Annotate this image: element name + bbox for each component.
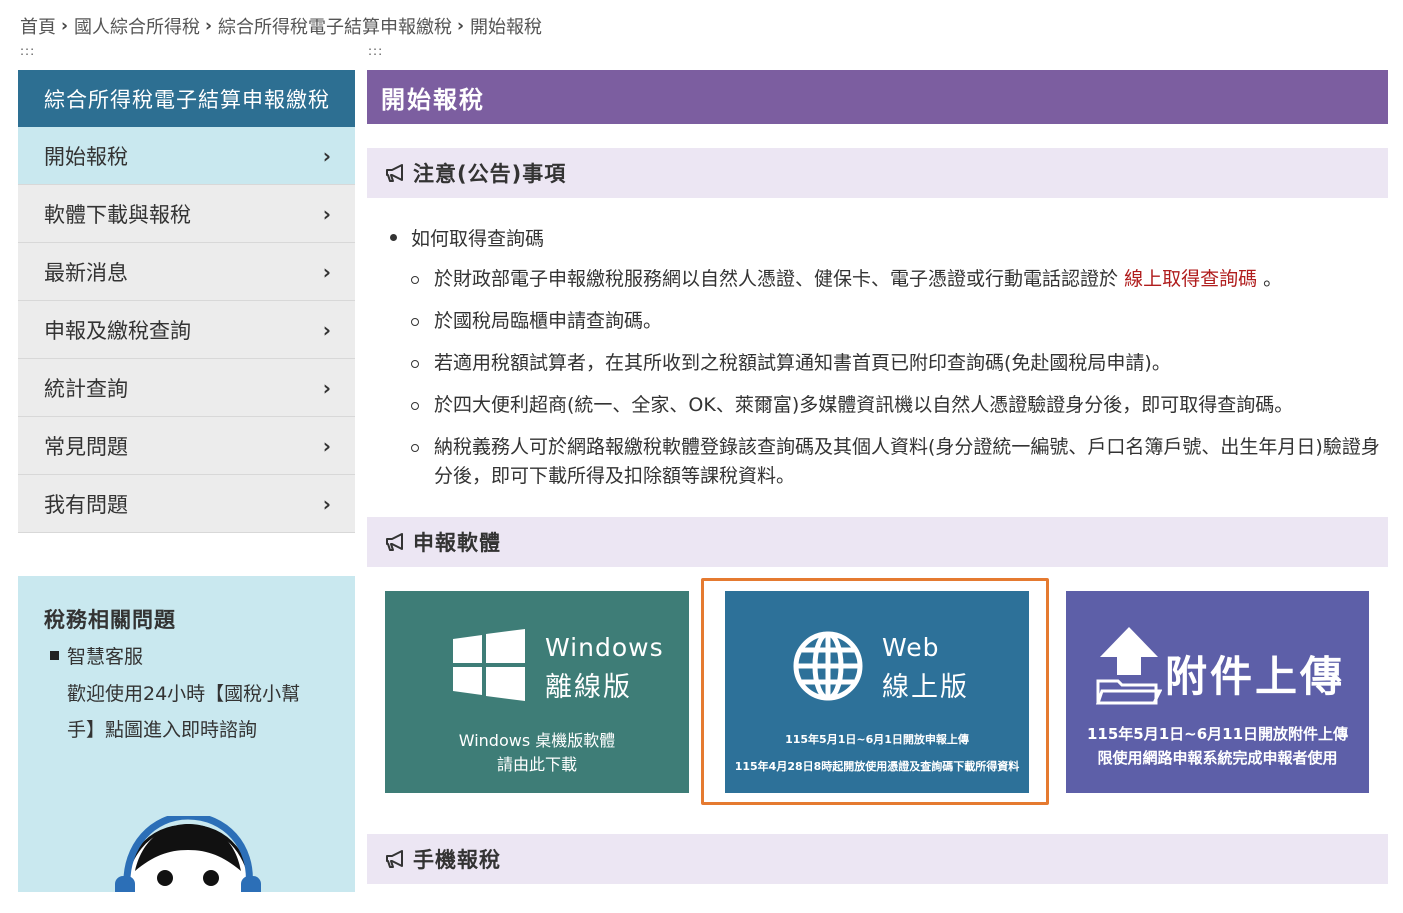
software-section-title: 申報軟體: [413, 531, 501, 555]
windows-tile-desc: 請由此下載: [496, 755, 577, 774]
sidebar-item-faq[interactable]: 常見問題 ›: [18, 417, 355, 475]
windows-tile-desc: Windows 桌機版軟體: [458, 731, 616, 750]
windows-tile-subtitle: 離線版: [545, 672, 632, 703]
megaphone-icon: [386, 164, 403, 182]
chevron-right-icon: ›: [322, 201, 331, 226]
upload-tile-title: 附件上傳: [1165, 652, 1346, 701]
chevron-right-icon: ›: [322, 259, 331, 284]
list-item: 若適用稅額試算者，在其所收到之稅額試算通知書首頁已附印查詢碼(免赴國稅局申請)。: [388, 349, 1388, 378]
related-panel: 稅務相關問題 智慧客服 歡迎使用24小時【國稅小幫手】點圖進入即時諮詢: [18, 576, 355, 892]
sidebar-item-ask-question[interactable]: 我有問題 ›: [18, 475, 355, 533]
sidebar-item-label: 統計查詢: [44, 376, 128, 401]
sidebar-item-label: 申報及繳稅查詢: [44, 318, 191, 343]
notice-list: 如何取得查詢碼 於財政部電子申報繳稅服務網以自然人憑證、健保卡、電子憑證或行動電…: [388, 222, 1388, 491]
breadcrumb-home[interactable]: 首頁: [20, 13, 56, 39]
mascot-icon[interactable]: [113, 816, 263, 892]
smart-service-label: 智慧客服: [67, 646, 144, 668]
notice-section-title: 注意(公告)事項: [413, 162, 567, 186]
sidebar-item-start-filing[interactable]: 開始報稅 ›: [18, 127, 355, 185]
list-item: 於四大便利超商(統一、全家、OK、萊爾富)多媒體資訊機以自然人憑證驗證身分後，即…: [388, 391, 1388, 420]
list-item: 如何取得查詢碼: [388, 222, 1388, 252]
sidebar-item-label: 常見問題: [44, 434, 128, 459]
mobile-section-header: 手機報稅: [367, 834, 1388, 884]
sidebar-item-label: 軟體下載與報稅: [44, 202, 191, 227]
mobile-section-title: 手機報稅: [413, 848, 501, 872]
related-title: 稅務相關問題: [44, 608, 176, 632]
windows-tile-title: Windows: [545, 633, 664, 662]
breadcrumb-current: 開始報稅: [470, 17, 543, 38]
sidebar-menu: 開始報稅 › 軟體下載與報稅 › 最新消息 › 申報及繳稅查詢 › 統計查詢 ›…: [18, 127, 355, 533]
list-item: 於財政部電子申報繳稅服務網以自然人憑證、健保卡、電子憑證或行動電話認證於 線上取…: [388, 265, 1388, 294]
windows-offline-tile[interactable]: Windows 離線版 Windows 桌機版軟體 請由此下載: [385, 591, 689, 793]
windows-logo-icon: [453, 629, 525, 701]
list-item: 納稅義務人可於網路報繳稅軟體登錄該查詢碼及其個人資料(身分證統一編號、戶口名簿戶…: [388, 433, 1388, 491]
notice-item-title: 如何取得查詢碼: [411, 227, 545, 250]
get-query-code-link[interactable]: 線上取得查詢碼: [1124, 268, 1257, 290]
breadcrumb-separator: ›: [457, 16, 465, 36]
upload-tile-desc: 115年5月1日~6月11日開放附件上傳: [1086, 725, 1349, 743]
accesskey-main[interactable]: :::: [368, 44, 383, 58]
sidebar-item-statistics[interactable]: 統計查詢 ›: [18, 359, 355, 417]
highlight-frame: [701, 578, 1049, 805]
breadcrumb: 首頁 › 國人綜合所得稅 › 綜合所得稅電子結算申報繳稅 › 開始報稅: [20, 12, 542, 40]
sidebar-item-news[interactable]: 最新消息 ›: [18, 243, 355, 301]
chevron-right-icon: ›: [322, 491, 331, 516]
sidebar-item-label: 我有問題: [44, 492, 128, 517]
sidebar-item-filing-query[interactable]: 申報及繳稅查詢 ›: [18, 301, 355, 359]
chevron-right-icon: ›: [322, 375, 331, 400]
attachment-upload-tile[interactable]: 附件上傳 115年5月1日~6月11日開放附件上傳 限使用網路申報系統完成申報者…: [1066, 591, 1369, 793]
breadcrumb-efiling[interactable]: 綜合所得稅電子結算申報繳稅: [218, 13, 452, 39]
breadcrumb-income-tax[interactable]: 國人綜合所得稅: [74, 13, 200, 39]
list-item: 於國稅局臨櫃申請查詢碼。: [388, 307, 1388, 336]
megaphone-icon: [386, 533, 403, 551]
breadcrumb-separator: ›: [205, 16, 213, 36]
breadcrumb-separator: ›: [61, 16, 69, 36]
chevron-right-icon: ›: [322, 433, 331, 458]
chevron-right-icon: ›: [322, 143, 331, 168]
related-description: 歡迎使用24小時【國稅小幫手】點圖進入即時諮詢: [67, 683, 301, 741]
sidebar-item-label: 開始報稅: [44, 144, 128, 169]
sidebar-item-label: 最新消息: [44, 260, 128, 285]
square-bullet-icon: [50, 651, 59, 660]
sidebar-title[interactable]: 綜合所得稅電子結算申報繳稅: [18, 70, 355, 127]
page-title: 開始報稅: [367, 70, 1388, 124]
sidebar-item-software-download[interactable]: 軟體下載與報稅 ›: [18, 185, 355, 243]
bullet-dot-icon: [390, 233, 397, 241]
accesskey-left[interactable]: :::: [20, 44, 35, 58]
notice-text: 。: [1263, 268, 1283, 290]
upload-folder-icon: [1096, 627, 1162, 705]
software-section-header: 申報軟體: [367, 517, 1388, 567]
chevron-right-icon: ›: [322, 317, 331, 342]
smart-service-link[interactable]: 智慧客服: [50, 642, 143, 669]
notice-text: 於財政部電子申報繳稅服務網以自然人憑證、健保卡、電子憑證或行動電話認證於: [434, 268, 1119, 290]
notice-section-header: 注意(公告)事項: [367, 148, 1388, 198]
upload-tile-desc: 限使用網路申報系統完成申報者使用: [1097, 749, 1338, 767]
megaphone-icon: [386, 850, 403, 868]
